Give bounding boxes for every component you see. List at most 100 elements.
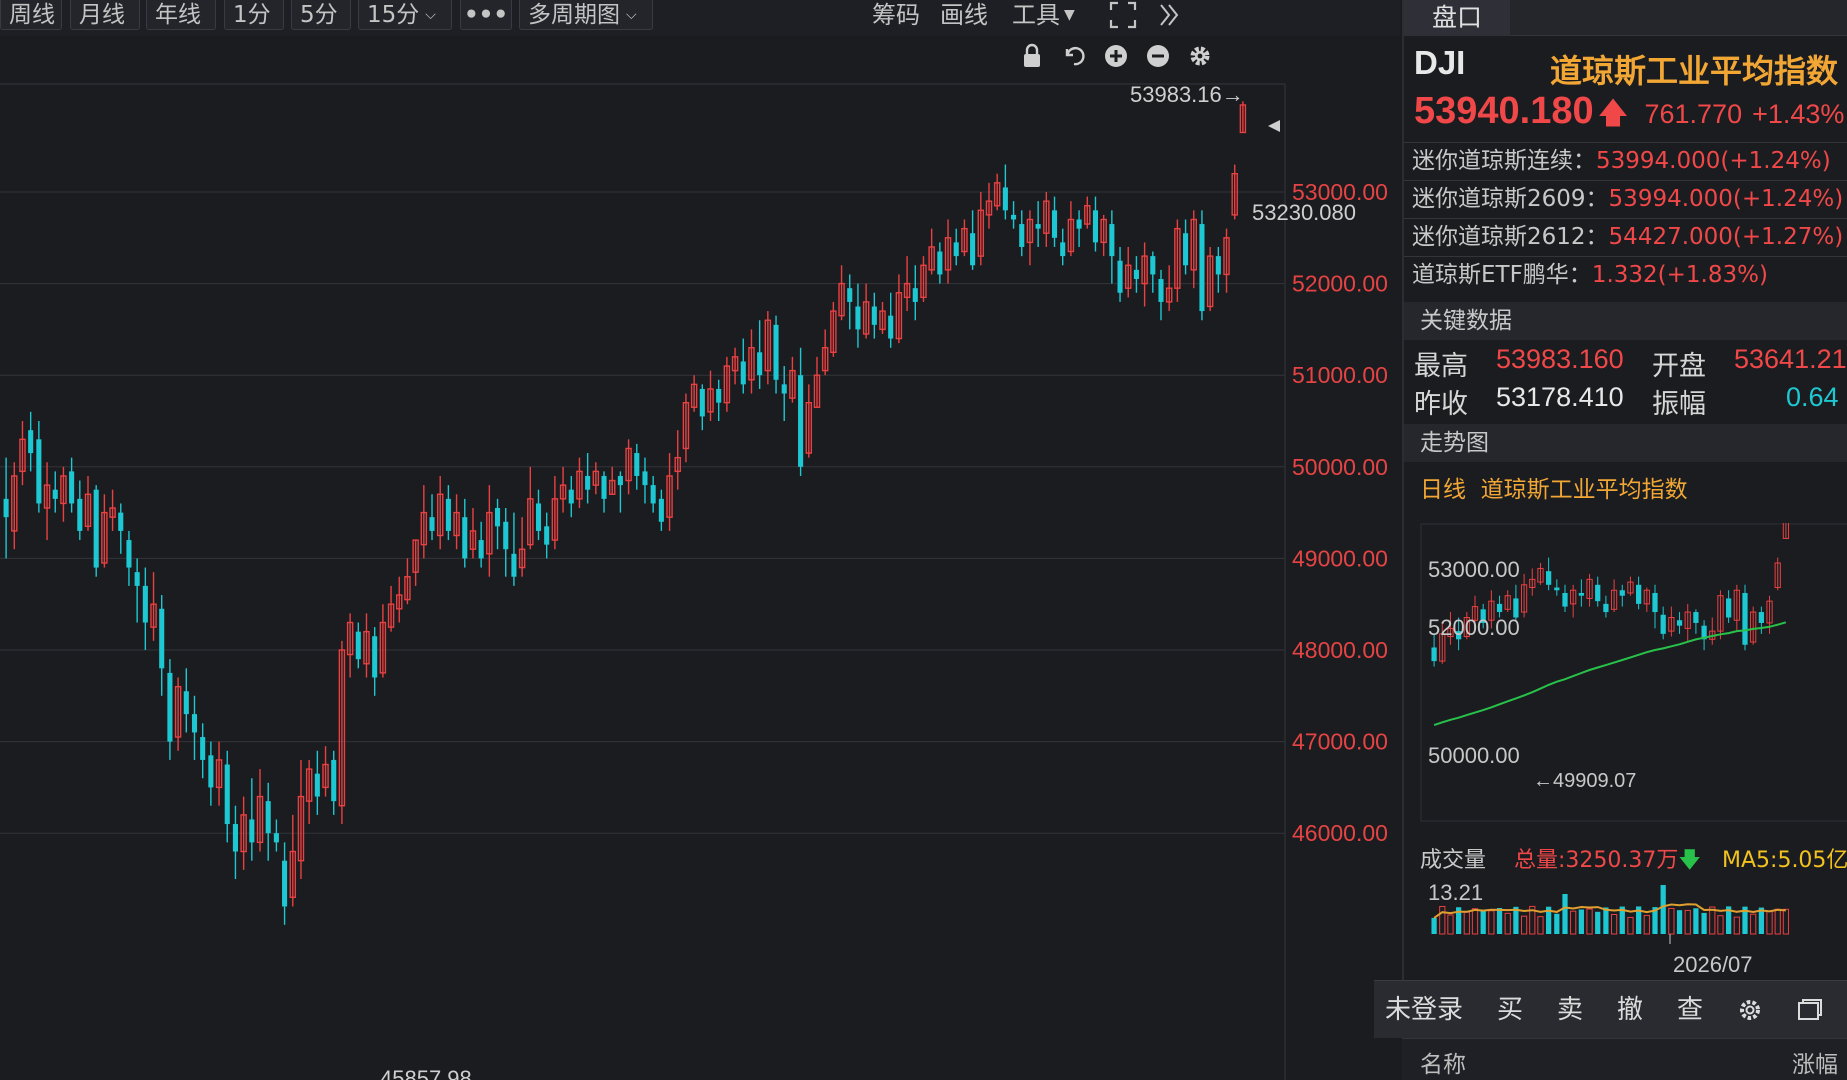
candle[interactable] [273, 833, 279, 843]
candle[interactable] [314, 773, 320, 797]
candle[interactable] [134, 572, 140, 586]
column-change[interactable]: 涨幅 [1792, 1045, 1838, 1079]
candle[interactable] [495, 508, 501, 527]
candle[interactable] [970, 233, 976, 266]
candle[interactable] [372, 636, 378, 678]
candle[interactable] [224, 764, 230, 825]
candle[interactable] [3, 498, 9, 518]
candlestick-chart[interactable]: 53000.00 52000.00 51000.00 50000.00 4900… [0, 36, 1400, 1080]
candle[interactable] [445, 498, 451, 531]
draw-line-button[interactable]: 画线 [940, 0, 988, 30]
candle[interactable] [77, 498, 83, 531]
period-1min-button[interactable]: 1分 [224, 0, 284, 30]
candle[interactable] [781, 384, 787, 394]
candle[interactable] [568, 489, 574, 504]
candle[interactable] [642, 471, 648, 486]
candle[interactable] [716, 388, 722, 403]
candle[interactable] [208, 755, 214, 788]
candle[interactable] [1002, 187, 1008, 211]
trend-period[interactable]: 日线 [1420, 477, 1466, 503]
key-data-header[interactable]: 关键数据 [1404, 302, 1847, 340]
candle[interactable] [871, 306, 877, 325]
fullscreen-icon[interactable] [1108, 0, 1138, 30]
candle[interactable] [503, 521, 509, 550]
candle[interactable] [1158, 279, 1164, 302]
candle[interactable] [69, 471, 75, 504]
candle[interactable] [118, 512, 124, 531]
candle[interactable] [650, 485, 656, 504]
candle[interactable] [798, 375, 804, 467]
candle[interactable] [331, 759, 337, 802]
settings-icon[interactable] [1720, 981, 1780, 1039]
candle[interactable] [1051, 210, 1058, 238]
candle[interactable] [126, 540, 132, 568]
candle[interactable] [847, 288, 853, 302]
candle[interactable] [183, 691, 189, 715]
candle[interactable] [429, 517, 435, 531]
candle[interactable] [699, 388, 705, 417]
candle[interactable] [773, 324, 779, 380]
candle[interactable] [601, 475, 607, 499]
period-weekly-button[interactable]: 周线 [0, 0, 62, 30]
candle[interactable] [1109, 224, 1115, 257]
popout-window-icon[interactable] [1780, 981, 1840, 1039]
candle[interactable] [167, 672, 173, 742]
multi-period-dropdown[interactable]: 多周期图 ⌵ [519, 0, 653, 30]
candle[interactable] [937, 251, 943, 275]
candle[interactable] [757, 352, 763, 376]
candle[interactable] [1011, 214, 1017, 220]
candle[interactable] [191, 714, 198, 733]
cancel-order-button[interactable]: 撤 [1600, 981, 1660, 1039]
candle[interactable] [462, 517, 468, 559]
candle[interactable] [617, 475, 623, 486]
candle[interactable] [1215, 256, 1221, 275]
candle[interactable] [634, 453, 640, 476]
candle[interactable] [1060, 242, 1066, 257]
tools-dropdown[interactable]: 工具 ▼ [1012, 0, 1075, 30]
mini-trend-chart[interactable]: 53000.00 52000.00 50000.00 ←49909.07 [1420, 523, 1847, 823]
candle[interactable] [535, 503, 542, 531]
candle[interactable] [1183, 233, 1189, 266]
candle[interactable] [585, 475, 591, 490]
candle[interactable] [282, 860, 288, 907]
list-item[interactable]: 迷你道琼斯2612：54427.000(+1.27%) [1404, 218, 1847, 256]
candle[interactable] [1150, 256, 1156, 275]
candle[interactable] [658, 498, 664, 522]
list-item[interactable]: 迷你道琼斯2609：53994.000(+1.24%) [1404, 180, 1847, 218]
candle[interactable] [888, 315, 894, 339]
candle[interactable] [855, 306, 861, 330]
candle[interactable] [1117, 260, 1123, 293]
candle[interactable] [478, 540, 484, 559]
candle[interactable] [249, 819, 255, 843]
candle[interactable] [36, 439, 42, 504]
trend-header[interactable]: 走势图 [1404, 424, 1847, 462]
expand-right-icon[interactable] [1158, 0, 1180, 30]
candle[interactable] [200, 737, 206, 760]
buy-button[interactable]: 买 [1480, 981, 1540, 1039]
period-15min-dropdown[interactable]: 15分 ⌵ [358, 0, 452, 30]
list-item[interactable]: 道琼斯ETF鹏华：1.332(+1.83%) [1404, 256, 1847, 294]
candle[interactable] [740, 361, 746, 385]
candle[interactable] [52, 489, 58, 499]
volume-chart[interactable]: 13.21 2026/07 [1420, 876, 1847, 986]
candle[interactable] [953, 242, 959, 257]
tab-quote[interactable]: 盘口 [1404, 0, 1510, 36]
candle[interactable] [355, 631, 361, 660]
sell-button[interactable]: 卖 [1540, 981, 1600, 1039]
list-item[interactable]: 迷你道琼斯连续：53994.000(+1.24%) [1404, 142, 1847, 180]
candle[interactable] [142, 585, 148, 623]
more-periods-button[interactable]: ••• [460, 0, 512, 30]
candle[interactable] [28, 430, 34, 454]
candle[interactable] [544, 526, 550, 545]
candle[interactable] [265, 801, 271, 834]
candle[interactable] [1019, 224, 1025, 247]
period-yearly-button[interactable]: 年线 [146, 0, 216, 30]
candle[interactable] [1199, 224, 1205, 312]
period-5min-button[interactable]: 5分 [291, 0, 351, 30]
candle[interactable] [93, 489, 99, 568]
chips-button[interactable]: 筹码 [872, 0, 920, 30]
candle[interactable] [511, 553, 517, 577]
login-button[interactable]: 未登录 [1374, 981, 1474, 1039]
candle[interactable] [232, 824, 238, 852]
candle[interactable] [1092, 210, 1099, 243]
